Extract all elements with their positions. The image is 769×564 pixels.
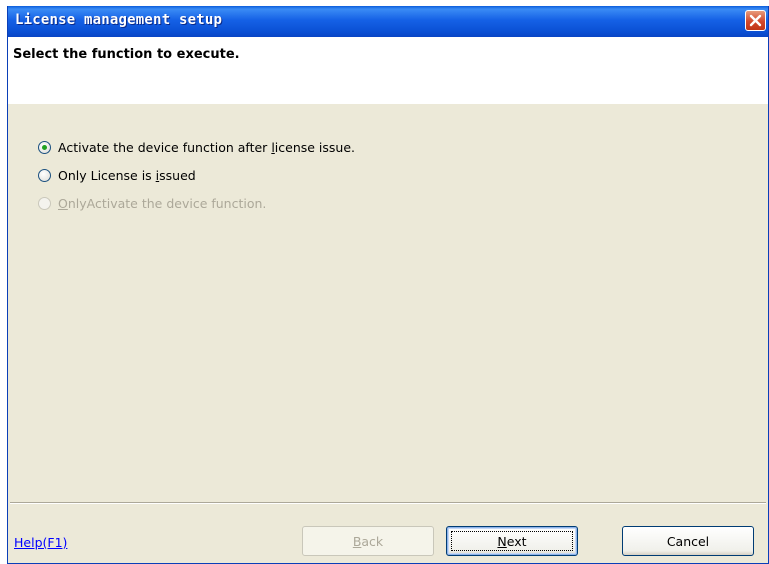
radio-button[interactable]	[38, 169, 51, 182]
window-title: License management setup	[15, 12, 223, 28]
focus-indicator	[451, 531, 573, 551]
option-only-license-issued[interactable]: Only License is issued	[38, 168, 196, 183]
option-label: OnlyActivate the device function.	[58, 196, 267, 211]
help-link[interactable]: Help(F1)	[14, 535, 67, 550]
footer-divider	[10, 502, 766, 504]
title-bar[interactable]: License management setup	[8, 6, 768, 37]
next-button[interactable]: Next	[446, 526, 578, 556]
option-label: Only License is issued	[58, 168, 196, 183]
cancel-button[interactable]: Cancel	[622, 526, 754, 556]
option-only-activate-device: OnlyActivate the device function.	[38, 196, 266, 211]
function-options: Activate the device function after licen…	[8, 104, 768, 500]
radio-button-disabled	[38, 197, 51, 210]
license-setup-dialog: License management setup Select the func…	[7, 6, 769, 564]
back-button: Back	[302, 526, 434, 556]
close-button[interactable]	[745, 10, 766, 31]
page-title: Select the function to execute.	[13, 47, 240, 62]
radio-button-checked[interactable]	[38, 141, 51, 154]
option-label: Activate the device function after licen…	[58, 140, 356, 155]
header-panel: Select the function to execute.	[8, 37, 768, 104]
option-activate-after-license[interactable]: Activate the device function after licen…	[38, 140, 355, 155]
close-icon	[749, 14, 762, 27]
